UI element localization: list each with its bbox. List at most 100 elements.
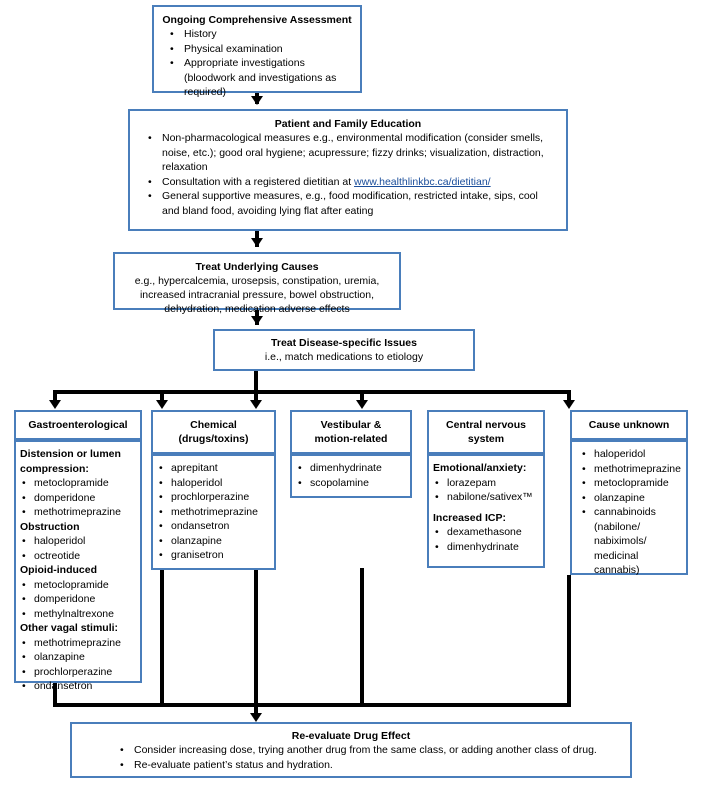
list-item: haloperidol bbox=[157, 476, 270, 491]
list-item: dimenhydrinate bbox=[296, 461, 406, 476]
list-item: cannabinoids (nabilone/ nabiximols/ medi… bbox=[580, 505, 682, 578]
list-item: haloperidol bbox=[580, 447, 682, 462]
connector-up-central-nervous-system bbox=[360, 568, 364, 707]
group-label: Emotional/anxiety: bbox=[433, 462, 527, 474]
group-label: Obstruction bbox=[20, 520, 80, 533]
assessment-list: History Physical examination Appropriate… bbox=[162, 27, 352, 100]
arrow-icon bbox=[251, 316, 263, 325]
list-item: Physical examination bbox=[162, 42, 352, 57]
list-item: dimenhydrinate bbox=[433, 540, 539, 555]
column-header-vestibular: Vestibular & motion-related bbox=[290, 410, 412, 454]
box-treat-disease-specific-issues: Treat Disease-specific Issues i.e., matc… bbox=[213, 329, 475, 371]
drug-list: methotrimeprazine olanzapine prochlorper… bbox=[20, 636, 136, 694]
list-item-with-link: Consultation with a registered dietitian… bbox=[140, 175, 556, 190]
list-item: methotrimeprazine bbox=[20, 636, 136, 651]
drug-list: dexamethasone dimenhydrinate bbox=[433, 525, 539, 554]
arrow-icon bbox=[356, 400, 368, 409]
column-header-label: Vestibular & motion-related bbox=[314, 419, 388, 445]
list-item: domperidone bbox=[20, 592, 136, 607]
list-item: Non-pharmacological measures e.g., envir… bbox=[140, 131, 556, 175]
drug-list: haloperidol octreotide bbox=[20, 534, 136, 563]
column-body-content: dimenhydrinate scopolamine bbox=[292, 456, 410, 494]
box-ongoing-comprehensive-assessment: Ongoing Comprehensive Assessment History… bbox=[152, 5, 362, 98]
connector-merge-bar bbox=[53, 703, 571, 707]
column-header-label: Chemical (drugs/toxins) bbox=[178, 419, 249, 445]
assessment-title: Ongoing Comprehensive Assessment bbox=[162, 14, 352, 26]
education-title: Patient and Family Education bbox=[274, 118, 422, 130]
list-item: Appropriate investigations (bloodwork an… bbox=[162, 56, 352, 100]
drug-list: metoclopramide domperidone methylnaltrex… bbox=[20, 578, 136, 622]
underlying-causes-text: e.g., hypercalcemia, urosepsis, constipa… bbox=[134, 275, 380, 315]
list-item: prochlorperazine bbox=[20, 665, 136, 680]
list-item: olanzapine bbox=[157, 534, 270, 549]
reevaluate-title: Re-evaluate Drug Effect bbox=[291, 730, 411, 742]
list-item: haloperidol bbox=[20, 534, 136, 549]
connector-up-cause-unknown bbox=[567, 575, 571, 707]
list-item: nabilone/sativex™ bbox=[433, 490, 539, 505]
box-treat-underlying-causes: Treat Underlying Causes e.g., hypercalce… bbox=[113, 252, 401, 315]
arrow-icon bbox=[251, 238, 263, 247]
underlying-causes-title: Treat Underlying Causes bbox=[195, 261, 319, 273]
dietitian-link[interactable]: www.healthlinkbc.ca/dietitian/ bbox=[354, 176, 491, 188]
arrow-icon bbox=[250, 400, 262, 409]
list-item: olanzapine bbox=[20, 650, 136, 665]
arrow-icon bbox=[250, 713, 262, 722]
list-item: metoclopramide bbox=[20, 476, 136, 491]
column-body-vestibular: dimenhydrinate scopolamine bbox=[290, 454, 412, 498]
connector-fanout-bar bbox=[53, 390, 571, 394]
column-body-cause-unknown: haloperidol methotrimeprazine metoclopra… bbox=[570, 440, 688, 576]
list-item: methotrimeprazine bbox=[20, 505, 136, 520]
drug-list: metoclopramide domperidone methotrimepra… bbox=[20, 476, 136, 520]
column-body-content: aprepitant haloperidol prochlorperazine … bbox=[153, 456, 274, 567]
column-header-central-nervous-system: Central nervous system bbox=[427, 410, 545, 454]
list-item: aprepitant bbox=[157, 461, 270, 476]
flowchart-canvas: Ongoing Comprehensive Assessment History… bbox=[0, 0, 702, 787]
list-item: metoclopramide bbox=[580, 476, 682, 491]
list-item: lorazepam bbox=[433, 476, 539, 491]
column-header-cause-unknown: Cause unknown bbox=[570, 410, 688, 440]
drug-list: lorazepam nabilone/sativex™ bbox=[433, 476, 539, 505]
arrow-icon bbox=[156, 400, 168, 409]
column-header-gastroenterological: Gastroenterological bbox=[14, 410, 142, 440]
group-label: Increased ICP: bbox=[433, 511, 506, 524]
column-body-gastroenterological: Distension or lumen compression: metoclo… bbox=[14, 440, 142, 693]
list-item: domperidone bbox=[20, 491, 136, 506]
connector-up-chemical bbox=[160, 570, 164, 707]
drug-list: haloperidol methotrimeprazine metoclopra… bbox=[580, 447, 682, 578]
drug-list: dimenhydrinate scopolamine bbox=[296, 461, 406, 490]
list-item: ondansetron bbox=[20, 679, 136, 694]
column-body-central-nervous-system: Emotional/anxiety: lorazepam nabilone/sa… bbox=[427, 454, 545, 568]
list-item: olanzapine bbox=[580, 491, 682, 506]
education-item-text: Consultation with a registered dietitian… bbox=[162, 175, 355, 188]
list-item: dexamethasone bbox=[433, 525, 539, 540]
list-item: methotrimeprazine bbox=[580, 462, 682, 477]
list-item: methotrimeprazine bbox=[157, 505, 270, 520]
column-header-label: Cause unknown bbox=[588, 419, 670, 431]
list-item: Re-evaluate patient’s status and hydrati… bbox=[112, 758, 620, 773]
list-item: prochlorperazine bbox=[157, 490, 270, 505]
group-label: Other vagal stimuli: bbox=[20, 622, 119, 634]
list-item: ondansetron bbox=[157, 519, 270, 534]
column-header-label: Gastroenterological bbox=[28, 419, 128, 431]
drug-list: aprepitant haloperidol prochlorperazine … bbox=[157, 461, 270, 563]
group-label: Distension or lumen compression: bbox=[20, 448, 121, 475]
disease-specific-text: i.e., match medications to etiology bbox=[264, 351, 424, 363]
arrow-icon bbox=[49, 400, 61, 409]
reevaluate-list: Consider increasing dose, trying another… bbox=[82, 743, 620, 772]
column-header-label: Central nervous system bbox=[446, 419, 526, 445]
list-item: scopolamine bbox=[296, 476, 406, 491]
column-body-content: haloperidol methotrimeprazine metoclopra… bbox=[572, 442, 686, 582]
list-item: General supportive measures, e.g., food … bbox=[140, 189, 556, 218]
box-reevaluate-drug-effect: Re-evaluate Drug Effect Consider increas… bbox=[70, 722, 632, 778]
column-body-chemical: aprepitant haloperidol prochlorperazine … bbox=[151, 454, 276, 570]
column-body-content: Distension or lumen compression: metoclo… bbox=[16, 442, 140, 698]
arrow-icon bbox=[563, 400, 575, 409]
list-item: metoclopramide bbox=[20, 578, 136, 593]
box-patient-family-education: Patient and Family Education Non-pharmac… bbox=[128, 109, 568, 231]
column-header-chemical: Chemical (drugs/toxins) bbox=[151, 410, 276, 454]
education-list: Non-pharmacological measures e.g., envir… bbox=[140, 131, 556, 218]
list-item: octreotide bbox=[20, 549, 136, 564]
list-item: Consider increasing dose, trying another… bbox=[112, 743, 620, 758]
disease-specific-title: Treat Disease-specific Issues bbox=[271, 337, 417, 349]
list-item: History bbox=[162, 27, 352, 42]
